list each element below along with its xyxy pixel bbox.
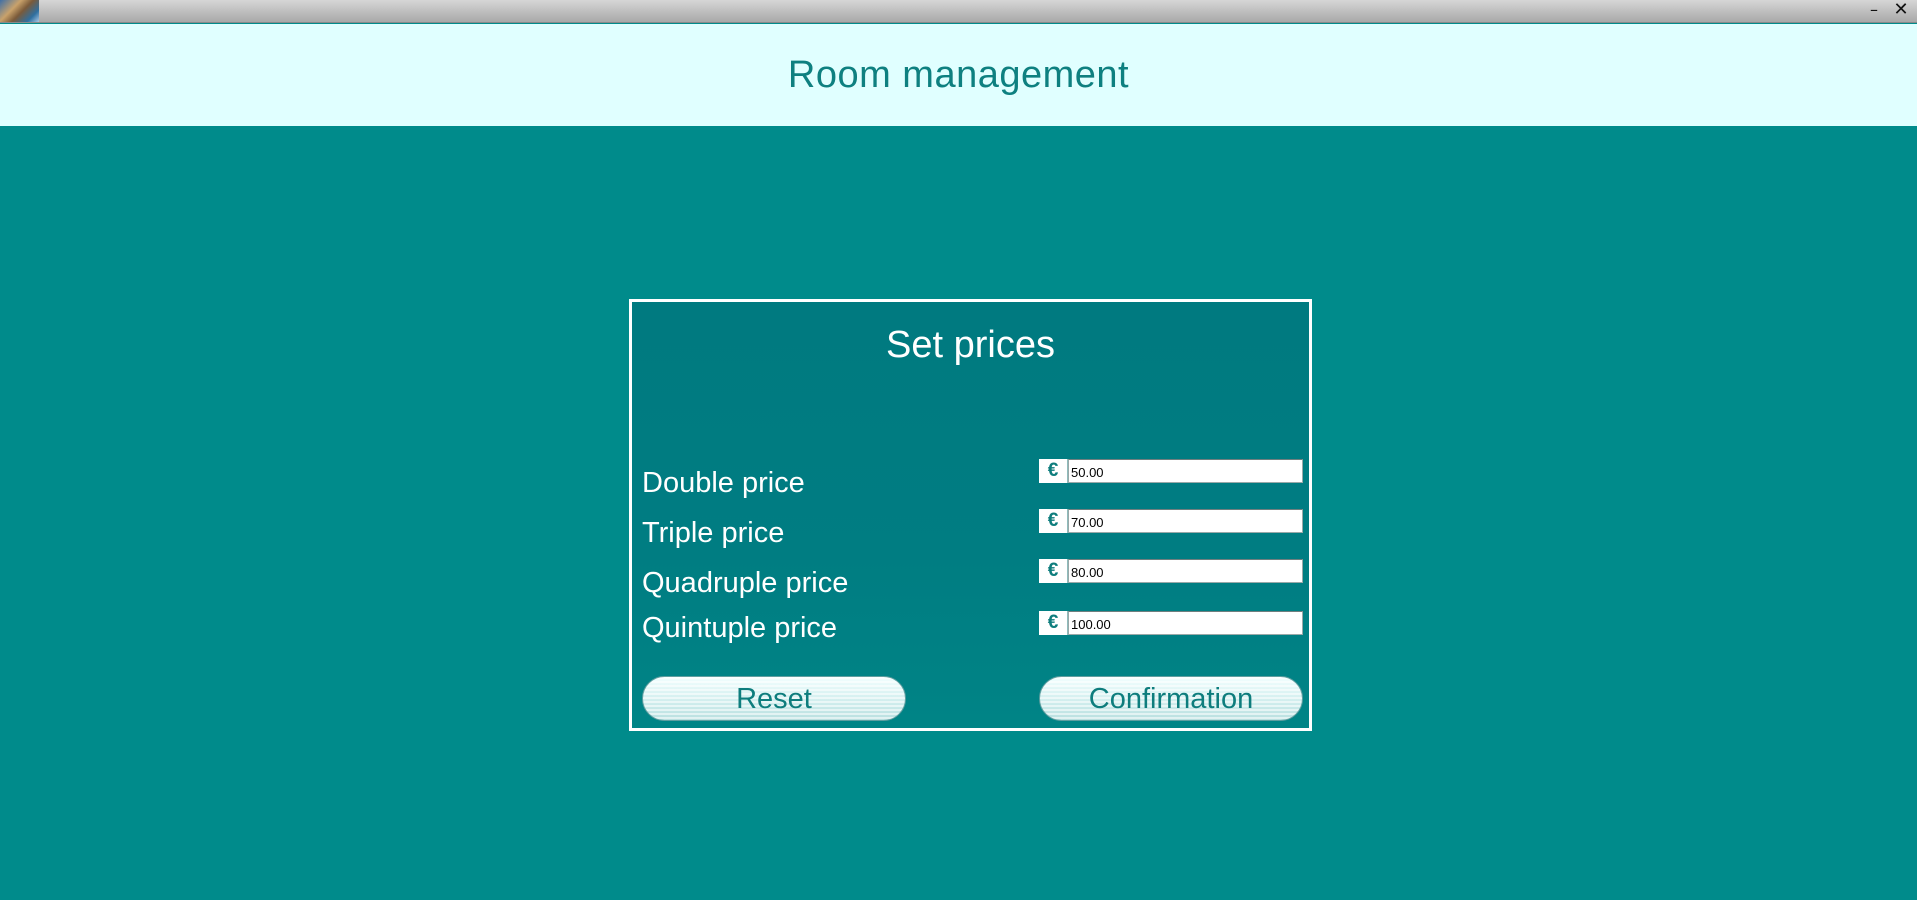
- panel-title: Set prices: [886, 324, 1055, 366]
- set-prices-panel: Set prices Double price € Triple price €…: [629, 299, 1312, 731]
- euro-icon: €: [1039, 459, 1068, 483]
- quadruple-price-label: Quadruple price: [642, 567, 849, 599]
- double-price-field[interactable]: €: [1039, 459, 1303, 483]
- page-title: Room management: [787, 54, 1130, 96]
- triple-price-label: Triple price: [642, 517, 785, 549]
- quintuple-price-field[interactable]: €: [1039, 611, 1303, 635]
- euro-icon: €: [1039, 559, 1068, 583]
- quintuple-price-input[interactable]: [1068, 611, 1303, 635]
- page-header: Room management: [0, 24, 1917, 126]
- triple-price-field[interactable]: €: [1039, 509, 1303, 533]
- close-button[interactable]: ✕: [1890, 0, 1912, 22]
- app-icon[interactable]: [0, 0, 39, 22]
- confirmation-button[interactable]: Confirmation: [1039, 676, 1303, 721]
- window-titlebar: – ✕: [0, 0, 1917, 23]
- quintuple-price-label: Quintuple price: [642, 612, 838, 644]
- euro-icon: €: [1039, 509, 1068, 533]
- reset-button[interactable]: Reset: [642, 676, 906, 721]
- quadruple-price-input[interactable]: [1068, 559, 1303, 583]
- minimize-button[interactable]: –: [1863, 0, 1885, 22]
- euro-icon: €: [1039, 611, 1068, 635]
- double-price-label: Double price: [642, 467, 805, 499]
- double-price-input[interactable]: [1068, 459, 1303, 483]
- triple-price-input[interactable]: [1068, 509, 1303, 533]
- quadruple-price-field[interactable]: €: [1039, 559, 1303, 583]
